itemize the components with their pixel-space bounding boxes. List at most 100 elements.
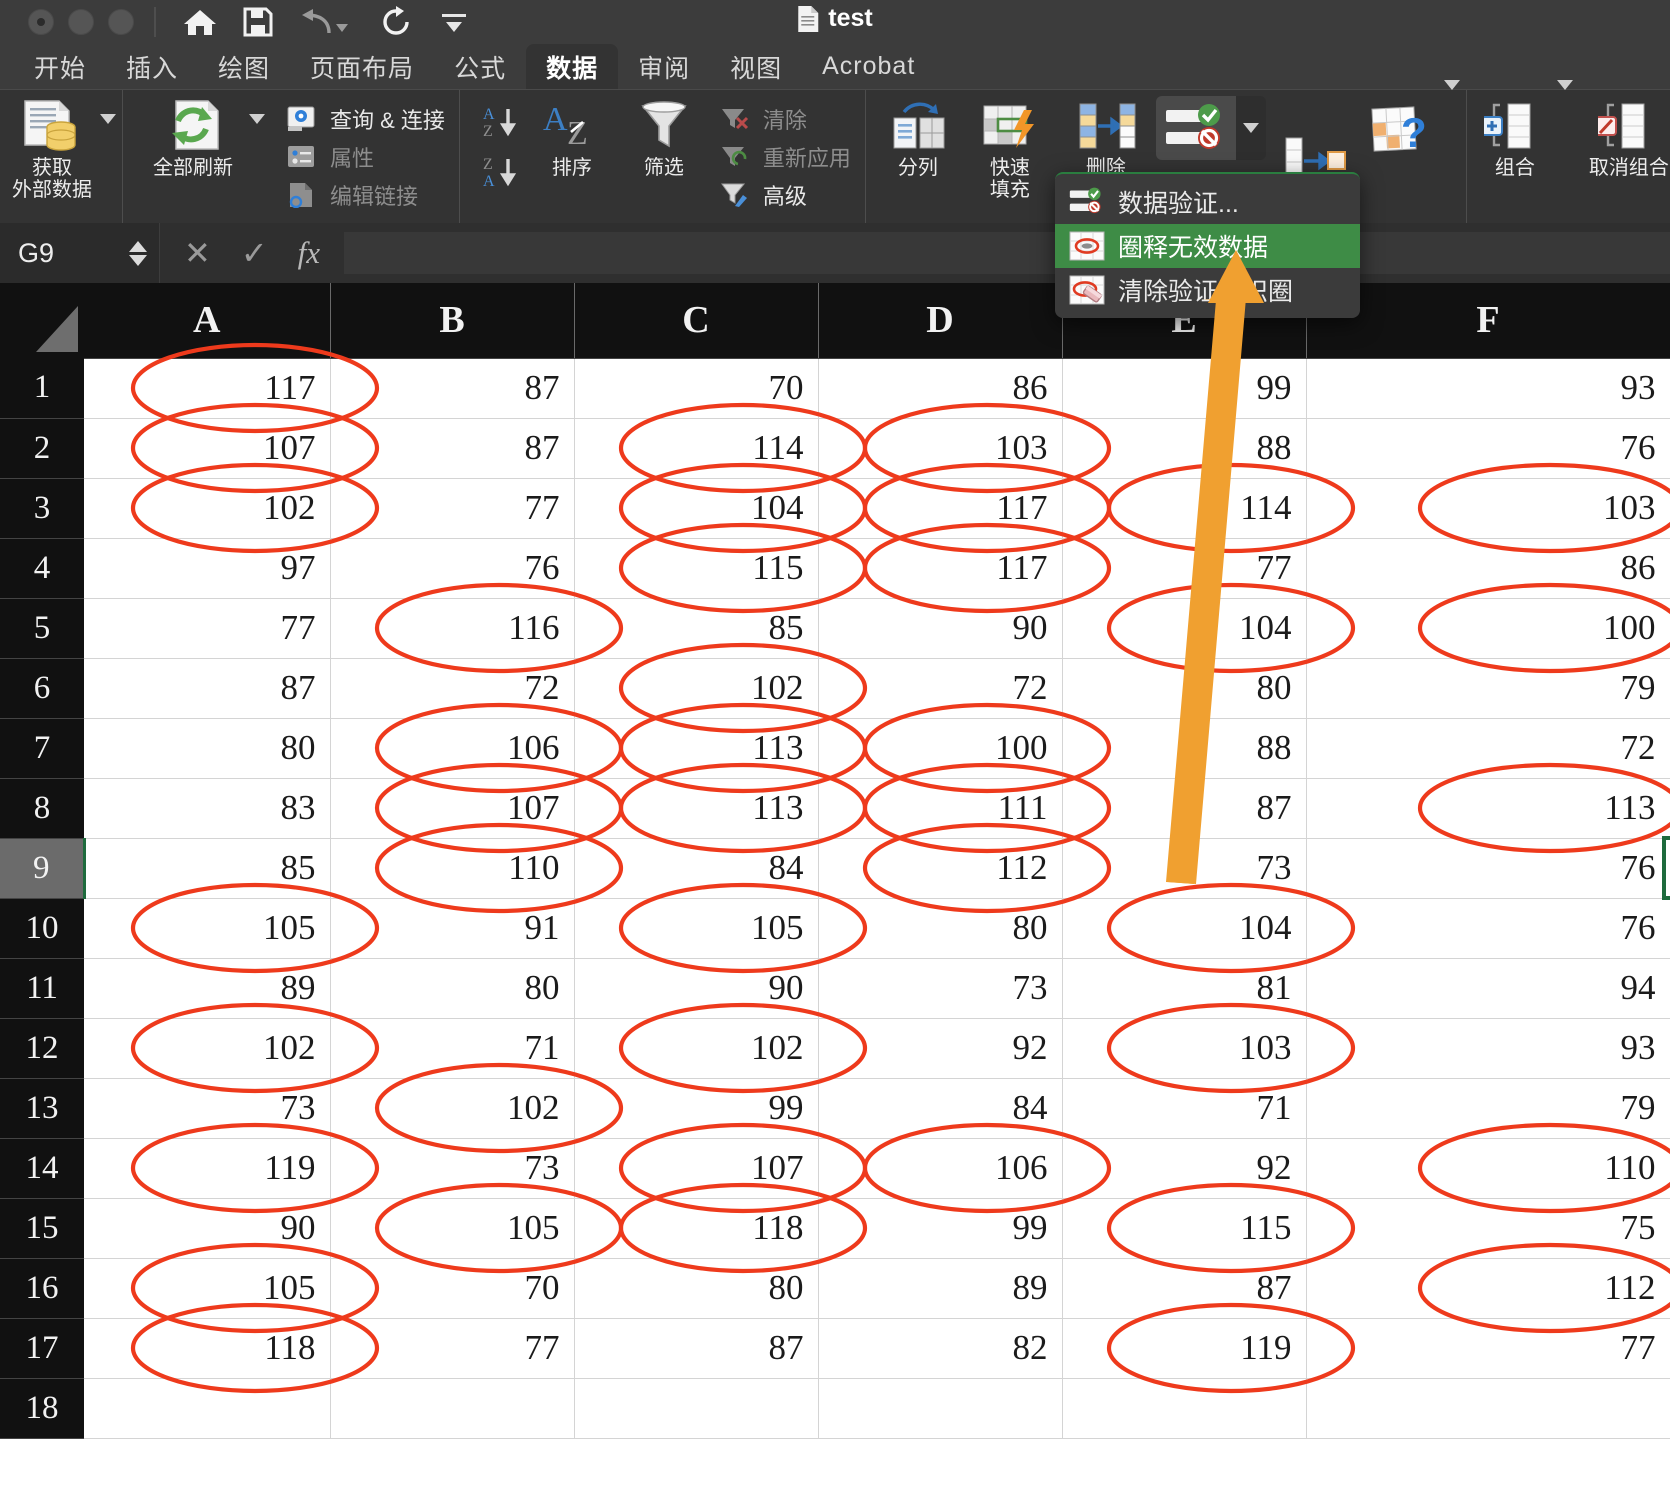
row-header-5[interactable]: 5: [0, 598, 84, 659]
menu-item-circle-invalid-data[interactable]: 圈释无效数据: [1055, 224, 1360, 268]
cell-E9[interactable]: 73: [1062, 838, 1307, 899]
get-external-data-dropdown-icon[interactable]: [100, 114, 116, 142]
cell-C11[interactable]: 90: [574, 958, 819, 1019]
cell-D4[interactable]: 117: [818, 538, 1063, 599]
cell-E17[interactable]: 119: [1062, 1318, 1307, 1379]
cell-D18[interactable]: [818, 1378, 1063, 1439]
cell-D1[interactable]: 86: [818, 358, 1063, 419]
tab-acrobat[interactable]: Acrobat: [802, 44, 935, 89]
cell-B6[interactable]: 72: [330, 658, 575, 719]
get-external-data-button[interactable]: 获取 外部数据: [6, 90, 98, 201]
cell-B7[interactable]: 106: [330, 718, 575, 779]
cell-F2[interactable]: 76: [1306, 418, 1670, 479]
cell-A4[interactable]: 97: [84, 538, 331, 599]
row-header-13[interactable]: 13: [0, 1078, 84, 1139]
cell-B2[interactable]: 87: [330, 418, 575, 479]
row-header-7[interactable]: 7: [0, 718, 84, 779]
column-header-c[interactable]: C: [574, 283, 819, 359]
cell-A3[interactable]: 102: [84, 478, 331, 539]
cell-B18[interactable]: [330, 1378, 575, 1439]
cell-F17[interactable]: 77: [1306, 1318, 1670, 1379]
cell-A11[interactable]: 89: [84, 958, 331, 1019]
cell-A1[interactable]: 117: [84, 358, 331, 419]
cell-E3[interactable]: 114: [1062, 478, 1307, 539]
cell-C6[interactable]: 102: [574, 658, 819, 719]
column-header-b[interactable]: B: [330, 283, 575, 359]
cell-A13[interactable]: 73: [84, 1078, 331, 1139]
row-header-12[interactable]: 12: [0, 1018, 84, 1079]
cell-A2[interactable]: 107: [84, 418, 331, 479]
cell-B11[interactable]: 80: [330, 958, 575, 1019]
cell-D5[interactable]: 90: [818, 598, 1063, 659]
edit-links-button[interactable]: 编辑链接: [285, 179, 445, 211]
cell-A17[interactable]: 118: [84, 1318, 331, 1379]
refresh-all-dropdown-icon[interactable]: [249, 114, 265, 142]
home-icon[interactable]: [182, 4, 218, 40]
cell-E1[interactable]: 99: [1062, 358, 1307, 419]
cell-D2[interactable]: 103: [818, 418, 1063, 479]
cell-F1[interactable]: 93: [1306, 358, 1670, 419]
cell-C17[interactable]: 87: [574, 1318, 819, 1379]
undo-dropdown-icon[interactable]: [336, 24, 348, 32]
tab-draw[interactable]: 绘图: [198, 44, 290, 89]
cell-E11[interactable]: 81: [1062, 958, 1307, 1019]
name-box[interactable]: G9: [0, 223, 160, 283]
cell-A10[interactable]: 105: [84, 898, 331, 959]
cell-B9[interactable]: 110: [330, 838, 575, 899]
cell-E16[interactable]: 87: [1062, 1258, 1307, 1319]
cell-F11[interactable]: 94: [1306, 958, 1670, 1019]
cell-B8[interactable]: 107: [330, 778, 575, 839]
column-header-d[interactable]: D: [818, 283, 1063, 359]
cell-E2[interactable]: 88: [1062, 418, 1307, 479]
cell-A6[interactable]: 87: [84, 658, 331, 719]
cell-D14[interactable]: 106: [818, 1138, 1063, 1199]
refresh-all-button[interactable]: 全部刷新: [139, 90, 247, 180]
tab-formulas[interactable]: 公式: [434, 44, 526, 89]
tab-page-layout[interactable]: 页面布局: [290, 44, 434, 89]
properties-button[interactable]: 属性: [285, 141, 445, 173]
confirm-icon[interactable]: ✓: [241, 237, 268, 269]
group-button[interactable]: 组合: [1473, 90, 1557, 180]
filter-button[interactable]: 筛选: [618, 90, 710, 223]
cell-D8[interactable]: 111: [818, 778, 1063, 839]
cell-C18[interactable]: [574, 1378, 819, 1439]
cell-F16[interactable]: 112: [1306, 1258, 1670, 1319]
cell-A9[interactable]: 85: [82, 838, 331, 899]
cell-B17[interactable]: 77: [330, 1318, 575, 1379]
cell-C13[interactable]: 99: [574, 1078, 819, 1139]
row-header-15[interactable]: 15: [0, 1198, 84, 1259]
name-box-stepper[interactable]: [129, 240, 147, 266]
cell-D11[interactable]: 73: [818, 958, 1063, 1019]
cell-E7[interactable]: 88: [1062, 718, 1307, 779]
close-button[interactable]: [28, 9, 54, 35]
cell-C7[interactable]: 113: [574, 718, 819, 779]
cell-E12[interactable]: 103: [1062, 1018, 1307, 1079]
cell-D10[interactable]: 80: [818, 898, 1063, 959]
cell-D17[interactable]: 82: [818, 1318, 1063, 1379]
sort-descending-button[interactable]: ZA: [482, 153, 516, 193]
row-header-17[interactable]: 17: [0, 1318, 84, 1379]
cell-C12[interactable]: 102: [574, 1018, 819, 1079]
cell-B1[interactable]: 87: [330, 358, 575, 419]
row-header-14[interactable]: 14: [0, 1138, 84, 1199]
row-header-16[interactable]: 16: [0, 1258, 84, 1319]
tab-data[interactable]: 数据: [526, 44, 619, 89]
zoom-button[interactable]: [108, 9, 134, 35]
cell-E6[interactable]: 80: [1062, 658, 1307, 719]
what-if-analysis-button[interactable]: ?: [1360, 90, 1444, 162]
column-header-a[interactable]: A: [84, 283, 331, 359]
cell-B13[interactable]: 102: [330, 1078, 575, 1139]
customize-toolbar-icon[interactable]: [436, 4, 472, 40]
select-all-corner[interactable]: [0, 283, 84, 358]
reapply-filter-button[interactable]: 重新应用: [718, 141, 851, 173]
cell-E13[interactable]: 71: [1062, 1078, 1307, 1139]
cell-C10[interactable]: 105: [574, 898, 819, 959]
cell-F9[interactable]: 76: [1306, 838, 1670, 899]
cell-C5[interactable]: 85: [574, 598, 819, 659]
sort-button[interactable]: AZ 排序: [526, 90, 618, 223]
cell-F10[interactable]: 76: [1306, 898, 1670, 959]
queries-connections-button[interactable]: 查询 & 连接: [285, 103, 445, 135]
cell-C9[interactable]: 84: [574, 838, 819, 899]
clear-filter-button[interactable]: 清除: [718, 103, 851, 135]
redo-icon[interactable]: [378, 4, 414, 40]
